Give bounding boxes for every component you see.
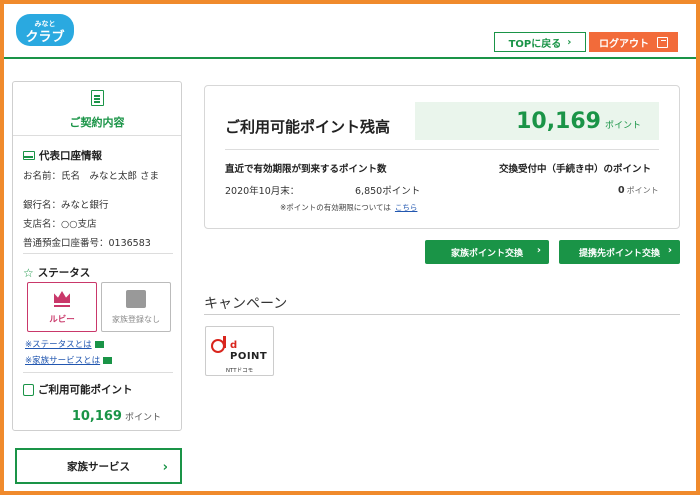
balance-value: 10,169: [516, 108, 601, 134]
logout-button-label: ログアウト: [599, 38, 649, 50]
points-icon: [23, 383, 34, 396]
status-title: ☆ ステータス: [23, 265, 90, 280]
dpoint-label: d POINT: [230, 340, 273, 362]
minato-club-logo[interactable]: みなと クラブ: [14, 10, 76, 50]
campaign-title: キャンペーン: [204, 296, 288, 312]
expire-note: ※ポイントの有効期限については こちら: [280, 202, 417, 213]
dpoint-letter: d: [230, 340, 238, 351]
card-divider: [225, 149, 659, 150]
bank-name: 銀行名：みなと銀行: [23, 200, 109, 211]
branch-name: 支店名：○○支店: [23, 219, 97, 230]
campaign-divider: [204, 314, 680, 315]
logout-button[interactable]: ログアウト: [589, 32, 678, 52]
sidebar-links: ※ステータスとは ※家族サービスとは: [25, 338, 113, 366]
points-value-row: 10,169 ポイント: [23, 405, 171, 424]
dpoint-company: NTTドコモ: [225, 368, 254, 374]
expire-points: 6,850ポイント: [355, 186, 421, 197]
expire-date: 2020年10月末：: [225, 186, 300, 197]
contract-sidebar: ご契約内容 代表口座情報 お名前：氏名 みなと太郎 さま 銀行名：みなと銀行 支…: [12, 81, 182, 431]
logo-large-text: クラブ: [25, 29, 64, 45]
representative-section: 代表口座情報 お名前：氏名 みなと太郎 さま 銀行名：みなと銀行 支店名：○○支…: [13, 148, 169, 249]
partner-exchange-label: 提携先ポイント交換: [578, 248, 660, 259]
account-holder-name: お名前：氏名 みなと太郎 さま: [23, 171, 160, 182]
status-section-title: ☆ ステータス: [13, 265, 100, 280]
sidebar-divider: [23, 253, 173, 254]
dpoint-logo-icon: [211, 336, 226, 353]
partner-point-exchange-button[interactable]: 提携先ポイント交換 ›: [559, 240, 680, 264]
status-family-label: 家族登録なし: [112, 315, 160, 324]
expire-info-link[interactable]: こちら: [395, 203, 418, 212]
star-icon: ☆: [23, 265, 34, 280]
sidebar-divider: [23, 372, 173, 373]
exchange-label: 交換受付中（手続き中）のポイント: [499, 164, 652, 175]
status-family-badge: 家族登録なし: [101, 282, 171, 332]
points-title: ご利用可能ポイント: [23, 382, 171, 397]
exchange-value: 0: [618, 185, 625, 196]
contract-header: ご契約内容: [13, 82, 181, 136]
expire-note-text: ※ポイントの有効期限については: [280, 203, 391, 212]
status-info-link-text: ※ステータスとは: [25, 340, 92, 350]
exchange-value-row: 0 ポイント: [618, 185, 659, 196]
external-window-icon: [94, 340, 104, 348]
chevron-right-icon: ›: [536, 245, 541, 256]
representative-title: 代表口座情報: [23, 148, 159, 163]
family-service-label: 家族サービス: [67, 460, 130, 473]
dpoint-label-text: POINT: [230, 351, 268, 362]
external-window-icon: [103, 356, 113, 364]
dpoint-campaign-banner[interactable]: d POINT NTTドコモ: [205, 326, 274, 376]
family-exchange-label: 家族ポイント交換: [450, 248, 523, 259]
family-service-button[interactable]: 家族サービス ›: [15, 448, 182, 484]
expire-label: 直近で有効期限が到来するポイント数: [225, 164, 387, 175]
points-title-text: ご利用可能ポイント: [38, 384, 133, 396]
family-info-link-text: ※家族サービスとは: [25, 356, 101, 366]
balance-box: 10,169 ポイント: [415, 102, 659, 140]
status-ruby-badge: ルビー: [27, 282, 97, 332]
status-title-text: ステータス: [37, 267, 91, 279]
top-button-label: TOPに戻る: [508, 38, 562, 50]
document-icon: [90, 90, 104, 106]
account-card-icon: [23, 151, 35, 160]
representative-title-text: 代表口座情報: [39, 150, 102, 162]
balance-unit: ポイント: [604, 120, 641, 131]
crown-icon: [54, 291, 70, 303]
chevron-right-icon: ›: [162, 460, 168, 475]
points-value: 10,169: [71, 409, 122, 424]
balance-title: ご利用可能ポイント残高: [225, 118, 391, 136]
family-info-link[interactable]: ※家族サービスとは: [25, 354, 113, 366]
page-frame: みなと クラブ TOPに戻る › ログアウト ご契約内容 代表口座情報 お名前：…: [4, 4, 696, 491]
points-section: ご利用可能ポイント 10,169 ポイント: [13, 382, 181, 424]
chevron-right-icon: ›: [667, 245, 672, 256]
exchange-unit: ポイント: [626, 186, 659, 195]
family-icon: [126, 290, 146, 308]
status-ruby-label: ルビー: [49, 315, 75, 325]
point-balance-card: ご利用可能ポイント残高 10,169 ポイント 直近で有効期限が到来するポイント…: [204, 85, 680, 229]
header: みなと クラブ TOPに戻る › ログアウト: [4, 4, 696, 59]
contract-title: ご契約内容: [69, 116, 125, 129]
status-info-link[interactable]: ※ステータスとは: [25, 338, 112, 350]
chevron-right-icon: ›: [567, 36, 572, 48]
crown-base: [54, 305, 70, 307]
points-unit: ポイント: [124, 413, 161, 423]
account-number: 普通預金口座番号：0136583: [23, 238, 151, 249]
logo-small-text: みなと: [35, 19, 56, 28]
family-point-exchange-button[interactable]: 家族ポイント交換 ›: [425, 240, 549, 264]
logout-icon: [657, 36, 668, 48]
top-button[interactable]: TOPに戻る ›: [494, 32, 586, 52]
